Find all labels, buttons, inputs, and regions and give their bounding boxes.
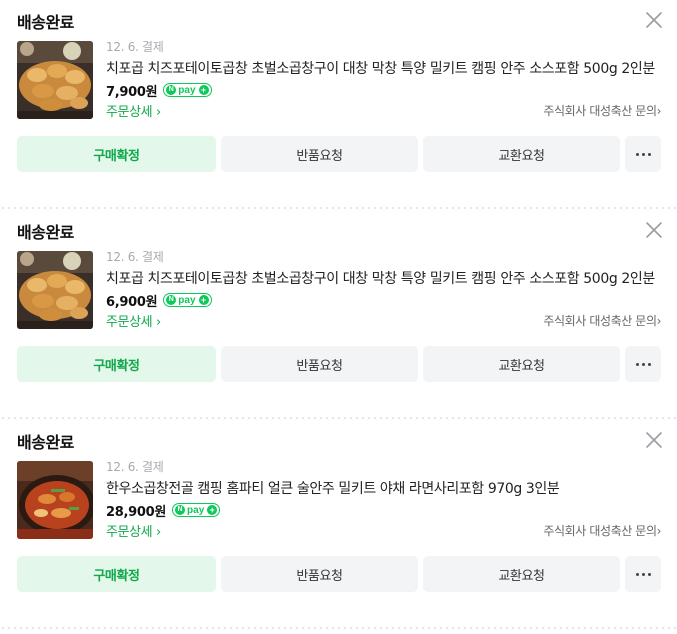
product-thumbnail[interactable] xyxy=(17,461,93,539)
chevron-right-icon: › xyxy=(152,525,161,540)
order-detail-link[interactable]: 주문상세 › xyxy=(106,101,161,120)
seller-inquiry-link[interactable]: 주식회사 대성축산 문의› xyxy=(543,522,661,539)
order-card: 배송완료 12. 6. 결제 한우소곱창전골 캠핑 홈파티 얼큰 술안주 밀키트… xyxy=(0,420,677,630)
npay-n-icon: N xyxy=(166,295,177,305)
product-price: 7,900원 xyxy=(106,84,158,100)
action-buttons: 구매확정 반품요청 교환요청 xyxy=(17,346,661,382)
price-row: 7,900원 N pay + xyxy=(106,81,212,100)
product-thumbnail[interactable] xyxy=(17,41,93,119)
return-request-button[interactable]: 반품요청 xyxy=(221,136,418,172)
price-row: 6,900원 N pay + xyxy=(106,291,212,310)
action-buttons: 구매확정 반품요청 교환요청 xyxy=(17,136,661,172)
chevron-right-icon: › xyxy=(152,315,161,330)
close-icon[interactable] xyxy=(644,10,664,30)
exchange-request-button[interactable]: 교환요청 xyxy=(423,136,620,172)
payment-date: 12. 6. 결제 xyxy=(106,460,164,474)
more-options-button[interactable] xyxy=(625,136,661,172)
order-card: 배송완료 12. 6. 결제 치포곱 치즈포테이토곱창 초벌소곱창구이 대창 막… xyxy=(0,210,677,420)
seller-inquiry-label: 주식회사 대성축산 문의 xyxy=(543,104,657,118)
more-options-button[interactable] xyxy=(625,346,661,382)
dotted-divider xyxy=(0,624,677,630)
chevron-right-icon: › xyxy=(656,104,662,118)
more-options-button[interactable] xyxy=(625,556,661,592)
return-request-button[interactable]: 반품요청 xyxy=(221,556,418,592)
chevron-right-icon: › xyxy=(656,314,662,328)
product-price: 28,900원 xyxy=(106,504,167,520)
seller-inquiry-label: 주식회사 대성축산 문의 xyxy=(543,524,657,538)
npay-label: pay xyxy=(187,504,205,516)
more-dots-icon xyxy=(635,152,651,156)
close-icon[interactable] xyxy=(644,430,664,450)
npay-plus-icon: + xyxy=(207,505,218,515)
product-thumbnail[interactable] xyxy=(17,251,93,329)
npay-plus-icon: + xyxy=(198,295,209,305)
action-buttons: 구매확정 반품요청 교환요청 xyxy=(17,556,661,592)
payment-date: 12. 6. 결제 xyxy=(106,40,164,54)
more-dots-icon xyxy=(635,362,651,366)
close-icon[interactable] xyxy=(644,220,664,240)
npay-n-icon: N xyxy=(166,85,177,95)
npay-label: pay xyxy=(178,294,196,306)
npay-plus-icon: + xyxy=(198,85,209,95)
order-detail-label: 주문상세 xyxy=(106,315,153,330)
order-detail-link[interactable]: 주문상세 › xyxy=(106,311,161,330)
confirm-purchase-button[interactable]: 구매확정 xyxy=(17,136,216,172)
order-list: 배송완료 12. 6. 결제 치포곱 치즈포테이토곱창 초벌소곱창구이 대창 막… xyxy=(0,0,677,630)
npay-badge: N pay + xyxy=(163,293,212,307)
seller-inquiry-link[interactable]: 주식회사 대성축산 문의› xyxy=(543,312,661,329)
product-title[interactable]: 한우소곱창전골 캠핑 홈파티 얼큰 술안주 밀키트 야채 라면사리포함 970g… xyxy=(106,478,661,498)
product-title[interactable]: 치포곱 치즈포테이토곱창 초벌소곱창구이 대창 막창 특양 밀키트 캠핑 안주 … xyxy=(106,58,661,78)
npay-n-icon: N xyxy=(175,505,186,515)
product-price: 6,900원 xyxy=(106,294,158,310)
payment-date: 12. 6. 결제 xyxy=(106,250,164,264)
order-detail-label: 주문상세 xyxy=(106,105,153,120)
seller-inquiry-link[interactable]: 주식회사 대성축산 문의› xyxy=(543,102,661,119)
chevron-right-icon: › xyxy=(152,105,161,120)
order-card: 배송완료 12. 6. 결제 치포곱 치즈포테이토곱창 초벌소곱창구이 대창 막… xyxy=(0,0,677,210)
npay-badge: N pay + xyxy=(163,83,212,97)
confirm-purchase-button[interactable]: 구매확정 xyxy=(17,556,216,592)
order-detail-link[interactable]: 주문상세 › xyxy=(106,521,161,540)
return-request-button[interactable]: 반품요청 xyxy=(221,346,418,382)
chevron-right-icon: › xyxy=(656,524,662,538)
npay-label: pay xyxy=(178,84,196,96)
price-row: 28,900원 N pay + xyxy=(106,501,221,520)
exchange-request-button[interactable]: 교환요청 xyxy=(423,556,620,592)
order-detail-label: 주문상세 xyxy=(106,525,153,540)
seller-inquiry-label: 주식회사 대성축산 문의 xyxy=(543,314,657,328)
product-title[interactable]: 치포곱 치즈포테이토곱창 초벌소곱창구이 대창 막창 특양 밀키트 캠핑 안주 … xyxy=(106,268,661,288)
more-dots-icon xyxy=(635,572,651,576)
exchange-request-button[interactable]: 교환요청 xyxy=(423,346,620,382)
delivery-status: 배송완료 xyxy=(17,13,74,32)
npay-badge: N pay + xyxy=(172,503,221,517)
delivery-status: 배송완료 xyxy=(17,433,74,452)
delivery-status: 배송완료 xyxy=(17,223,74,242)
confirm-purchase-button[interactable]: 구매확정 xyxy=(17,346,216,382)
